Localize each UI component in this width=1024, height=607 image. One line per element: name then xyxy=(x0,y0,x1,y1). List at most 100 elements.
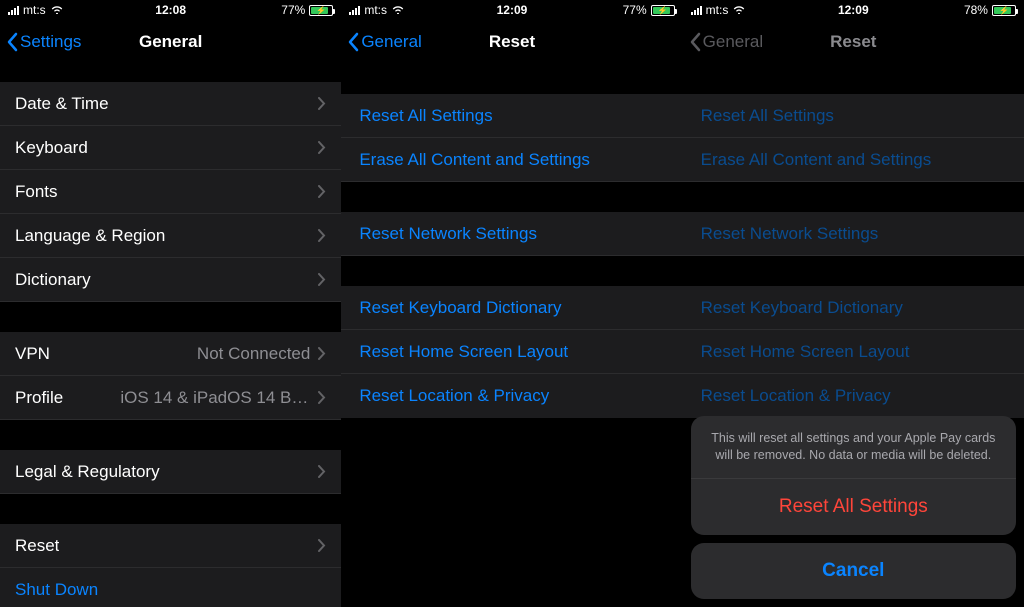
status-bar: mt:s 12:09 77% ⚡ xyxy=(341,0,682,20)
row-label: Date & Time xyxy=(15,94,109,114)
row-reset-network[interactable]: Reset Network Settings xyxy=(341,212,682,256)
row-date-time[interactable]: Date & Time xyxy=(0,82,341,126)
row-label: Fonts xyxy=(15,182,58,202)
row-label: Dictionary xyxy=(15,270,91,290)
nav-bar: General Reset xyxy=(683,20,1024,64)
nav-title: Reset xyxy=(830,32,876,52)
row-label: Reset Location & Privacy xyxy=(701,386,891,406)
row-label: Reset All Settings xyxy=(701,106,834,126)
content: Date & Time Keyboard Fonts Language & Re… xyxy=(0,64,341,607)
chevron-right-icon xyxy=(318,273,326,286)
row-reset-network: Reset Network Settings xyxy=(683,212,1024,256)
row-label: Reset Keyboard Dictionary xyxy=(359,298,561,318)
row-reset-keyboard-dictionary[interactable]: Reset Keyboard Dictionary xyxy=(341,286,682,330)
row-label: Reset xyxy=(15,536,59,556)
carrier-label: mt:s xyxy=(364,3,387,17)
status-time: 12:09 xyxy=(497,3,528,17)
screen-reset: mt:s 12:09 77% ⚡ General Reset Reset All… xyxy=(341,0,682,607)
nav-title: General xyxy=(139,32,202,52)
row-label: Reset Home Screen Layout xyxy=(359,342,568,362)
chevron-right-icon xyxy=(318,97,326,110)
wifi-icon xyxy=(732,3,746,17)
chevron-right-icon xyxy=(318,391,326,404)
row-fonts[interactable]: Fonts xyxy=(0,170,341,214)
cancel-button[interactable]: Cancel xyxy=(691,543,1016,599)
chevron-left-icon xyxy=(347,32,359,52)
back-label: Settings xyxy=(20,32,81,52)
profile-detail: iOS 14 & iPadOS 14 Beta Softwar... xyxy=(120,388,310,408)
status-bar: mt:s 12:09 78% ⚡ xyxy=(683,0,1024,20)
row-reset[interactable]: Reset xyxy=(0,524,341,568)
row-dictionary[interactable]: Dictionary xyxy=(0,258,341,302)
confirm-reset-button[interactable]: Reset All Settings xyxy=(691,479,1016,535)
back-label: General xyxy=(703,32,763,52)
status-time: 12:09 xyxy=(838,3,869,17)
row-language-region[interactable]: Language & Region xyxy=(0,214,341,258)
battery-percent: 77% xyxy=(281,3,305,17)
wifi-icon xyxy=(391,3,405,17)
status-bar: mt:s 12:08 77% ⚡ xyxy=(0,0,341,20)
row-erase-all-content: Erase All Content and Settings xyxy=(683,138,1024,182)
row-reset-location-privacy[interactable]: Reset Location & Privacy xyxy=(341,374,682,418)
chevron-left-icon xyxy=(6,32,18,52)
battery-icon: ⚡ xyxy=(309,5,333,16)
row-vpn[interactable]: VPN Not Connected xyxy=(0,332,341,376)
signal-icon xyxy=(8,5,19,15)
screen-reset-confirm: mt:s 12:09 78% ⚡ General Reset Reset All… xyxy=(683,0,1024,607)
content: Reset All Settings Erase All Content and… xyxy=(341,64,682,607)
chevron-right-icon xyxy=(318,185,326,198)
row-reset-keyboard-dictionary: Reset Keyboard Dictionary xyxy=(683,286,1024,330)
row-label: Reset Network Settings xyxy=(359,224,537,244)
signal-icon xyxy=(691,5,702,15)
back-button: General xyxy=(689,32,763,52)
row-reset-home-screen[interactable]: Reset Home Screen Layout xyxy=(341,330,682,374)
nav-bar: General Reset xyxy=(341,20,682,64)
carrier-label: mt:s xyxy=(23,3,46,17)
chevron-left-icon xyxy=(689,32,701,52)
row-erase-all-content[interactable]: Erase All Content and Settings xyxy=(341,138,682,182)
row-label: Shut Down xyxy=(15,580,98,600)
battery-icon: ⚡ xyxy=(651,5,675,16)
back-button[interactable]: General xyxy=(347,32,421,52)
row-label: Profile xyxy=(15,388,63,408)
battery-percent: 77% xyxy=(623,3,647,17)
back-label: General xyxy=(361,32,421,52)
row-keyboard[interactable]: Keyboard xyxy=(0,126,341,170)
row-label: Keyboard xyxy=(15,138,88,158)
row-label: Reset Keyboard Dictionary xyxy=(701,298,903,318)
vpn-status: Not Connected xyxy=(197,344,310,364)
row-reset-all-settings: Reset All Settings xyxy=(683,94,1024,138)
row-reset-all-settings[interactable]: Reset All Settings xyxy=(341,94,682,138)
nav-bar: Settings General xyxy=(0,20,341,64)
button-label: Reset All Settings xyxy=(779,496,928,518)
chevron-right-icon xyxy=(318,141,326,154)
signal-icon xyxy=(349,5,360,15)
row-reset-location-privacy: Reset Location & Privacy xyxy=(683,374,1024,418)
nav-title: Reset xyxy=(489,32,535,52)
row-label: Erase All Content and Settings xyxy=(701,150,932,170)
row-reset-home-screen: Reset Home Screen Layout xyxy=(683,330,1024,374)
chevron-right-icon xyxy=(318,229,326,242)
row-legal-regulatory[interactable]: Legal & Regulatory xyxy=(0,450,341,494)
chevron-right-icon xyxy=(318,465,326,478)
row-label: Reset All Settings xyxy=(359,106,492,126)
back-button[interactable]: Settings xyxy=(6,32,81,52)
button-label: Cancel xyxy=(822,560,884,582)
battery-percent: 78% xyxy=(964,3,988,17)
row-label: Erase All Content and Settings xyxy=(359,150,590,170)
row-label: Reset Network Settings xyxy=(701,224,879,244)
row-label: Legal & Regulatory xyxy=(15,462,160,482)
battery-icon: ⚡ xyxy=(992,5,1016,16)
row-shutdown[interactable]: Shut Down xyxy=(0,568,341,607)
action-sheet-cancel-group: Cancel xyxy=(691,543,1016,599)
action-sheet: This will reset all settings and your Ap… xyxy=(691,416,1016,599)
chevron-right-icon xyxy=(318,539,326,552)
row-profile[interactable]: Profile iOS 14 & iPadOS 14 Beta Softwar..… xyxy=(0,376,341,420)
status-time: 12:08 xyxy=(155,3,186,17)
row-label: Reset Location & Privacy xyxy=(359,386,549,406)
wifi-icon xyxy=(50,3,64,17)
action-sheet-group: This will reset all settings and your Ap… xyxy=(691,416,1016,535)
row-label: Reset Home Screen Layout xyxy=(701,342,910,362)
row-label: VPN xyxy=(15,344,50,364)
chevron-right-icon xyxy=(318,347,326,360)
